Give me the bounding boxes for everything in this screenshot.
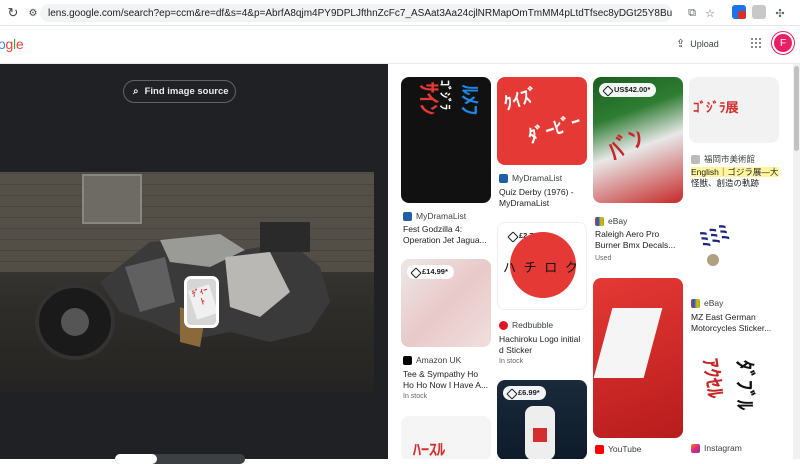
address-bar[interactable]: lens.google.com/search?ep=ccm&re=df&s=4&… — [40, 4, 672, 22]
account-avatar[interactable]: F — [772, 32, 794, 54]
result-source: Amazon UK — [403, 355, 461, 365]
result-title: Fest Godzilla 4: Operation Jet Jagua... — [403, 224, 487, 245]
result-card[interactable]: ｸｲｽﾞ ﾀﾞｰﾋﾞｰ MyDramaList Quiz Derby (1976… — [497, 77, 587, 227]
ebay-icon — [691, 298, 700, 308]
find-image-source-button[interactable]: ⌕ Find image source — [123, 80, 236, 103]
stock-status: In stock — [499, 358, 524, 365]
result-thumbnail[interactable]: ｺﾞｼﾞﾗ展 — [689, 77, 779, 143]
selected-sticker: ﾃﾞｨｰﾄ — [187, 284, 216, 320]
sticker-shape — [593, 308, 663, 378]
bottom-tab-switcher[interactable] — [115, 454, 245, 464]
result-card[interactable]: £2.70* ハ チ ロ ク Redbubble Hachiroku Logo … — [497, 222, 587, 372]
find-image-source-label: Find image source — [144, 86, 229, 97]
result-card[interactable]: ｻｲﾝ ｺﾞｼﾞﾗ ﾙﾒﾌ MyDramaList Fest Godzilla … — [401, 77, 491, 247]
google-apps-icon[interactable] — [751, 38, 761, 48]
sticker-mark — [533, 428, 547, 442]
result-thumbnail[interactable]: ﾐﾐﾐ — [689, 202, 779, 290]
result-source: eBay — [595, 216, 627, 226]
result-thumbnail[interactable]: £14.99* — [401, 259, 491, 347]
result-thumbnail[interactable]: US$42.00* ﾊﾞﾝ — [593, 77, 683, 203]
extension-badge-icon — [738, 11, 746, 19]
stock-status: In stock — [403, 393, 428, 400]
instagram-icon — [691, 443, 700, 453]
result-card[interactable]: £14.99* Amazon UK Tee & Sympathy Ho Ho H… — [401, 259, 491, 419]
result-card[interactable]: US$42.00* ﾊﾞﾝ eBay Raleigh Aero Pro Burn… — [593, 77, 683, 272]
mydramalist-icon — [403, 211, 412, 221]
extension-icon-2[interactable] — [752, 5, 766, 19]
redbubble-icon — [499, 320, 508, 330]
condition-label: Used — [595, 255, 612, 262]
ebay-icon — [595, 216, 604, 226]
result-source: MyDramaList — [499, 173, 562, 183]
bookmark-star-icon[interactable]: ☆ — [702, 5, 718, 21]
result-source: MyDramaList — [403, 211, 466, 221]
amazon-icon — [403, 355, 412, 365]
image-viewer: ⌕ Find image source ﾃﾞｨｰﾄ — [0, 64, 388, 464]
result-card[interactable]: £6.99* — [497, 380, 587, 459]
price-tag: £14.99* — [407, 265, 454, 279]
sticker-coin — [707, 254, 719, 266]
visual-matches: ｻｲﾝ ｺﾞｼﾞﾗ ﾙﾒﾌ MyDramaList Fest Godzilla … — [388, 64, 800, 459]
result-thumbnail[interactable]: ﾊｰｽﾙ — [401, 416, 491, 459]
result-thumbnail[interactable] — [593, 278, 683, 438]
url-text: lens.google.com/search?ep=ccm&re=df&s=4&… — [48, 7, 672, 19]
upload-label: Upload — [690, 38, 719, 49]
price-tag: US$42.00* — [599, 83, 657, 97]
result-title: Raleigh Aero Pro Burner Bmx Decals... — [595, 229, 676, 250]
result-title: Hachiroku Logo initial d Sticker — [499, 334, 581, 355]
result-thumbnail[interactable]: ｻｲﾝ ｺﾞｼﾞﾗ ﾙﾒﾌ — [401, 77, 491, 203]
extensions-puzzle-icon[interactable]: ✣ — [772, 5, 788, 21]
lens-search-icon: ⌕ — [133, 86, 139, 97]
result-thumbnail[interactable]: ｱｸｾﾙ ﾀﾞﾌﾞﾙ — [689, 346, 779, 434]
result-source: Redbubble — [499, 320, 553, 330]
result-card[interactable] — [593, 278, 683, 438]
scrollbar-thumb[interactable] — [794, 66, 799, 151]
result-card[interactable]: ｺﾞｼﾞﾗ展 福岡市美術館 English｜ゴジラ展―大怪獣、創造の軌跡 — [689, 77, 779, 202]
result-title: Tee & Sympathy Ho Ho Ho Now I Have A... — [403, 369, 489, 390]
mydramalist-icon — [499, 173, 508, 183]
result-title: Quiz Derby (1976) - MyDramaList — [499, 187, 574, 208]
results-scrollbar[interactable] — [793, 64, 800, 459]
result-title: MZ East German Motorcycles Sticker... — [691, 312, 772, 333]
result-card[interactable]: ｱｸｾﾙ ﾀﾞﾌﾞﾙ — [689, 346, 779, 436]
result-source: 福岡市美術館 — [691, 153, 755, 165]
upload-icon: ⇪ — [676, 38, 686, 50]
browser-toolbar: ↻ ⚙ lens.google.com/search?ep=ccm&re=df&… — [0, 0, 800, 26]
google-logo[interactable]: ogle — [0, 36, 24, 52]
result-thumbnail[interactable]: £6.99* — [497, 380, 587, 459]
result-title: English｜ゴジラ展―大怪獣、創造の軌跡 — [691, 167, 779, 189]
result-thumbnail[interactable]: £2.70* ハ チ ロ ク — [497, 222, 587, 310]
price-tag: £6.99* — [503, 386, 546, 400]
museum-icon — [691, 154, 700, 164]
upload-button[interactable]: ⇪ Upload — [676, 37, 719, 50]
result-card[interactable]: ﾐﾐﾐ eBay MZ East German Motorcycles Stic… — [689, 202, 779, 342]
reload-icon[interactable]: ↻ — [4, 4, 22, 22]
bottom-tab-active[interactable] — [115, 454, 157, 464]
result-source[interactable]: Instagram — [691, 443, 742, 453]
result-source[interactable]: YouTube — [595, 444, 641, 454]
youtube-icon — [595, 444, 604, 454]
overlay-text: ハ チ ロ ク — [503, 260, 580, 275]
result-card[interactable]: ﾊｰｽﾙ — [401, 416, 491, 459]
result-source: eBay — [691, 298, 723, 308]
lens-header: ogle ⇪ Upload F — [0, 26, 800, 64]
install-app-icon[interactable]: ⧉ — [684, 5, 700, 21]
selection-box[interactable]: ﾃﾞｨｰﾄ — [184, 276, 219, 328]
result-thumbnail[interactable]: ｸｲｽﾞ ﾀﾞｰﾋﾞｰ — [497, 77, 587, 165]
